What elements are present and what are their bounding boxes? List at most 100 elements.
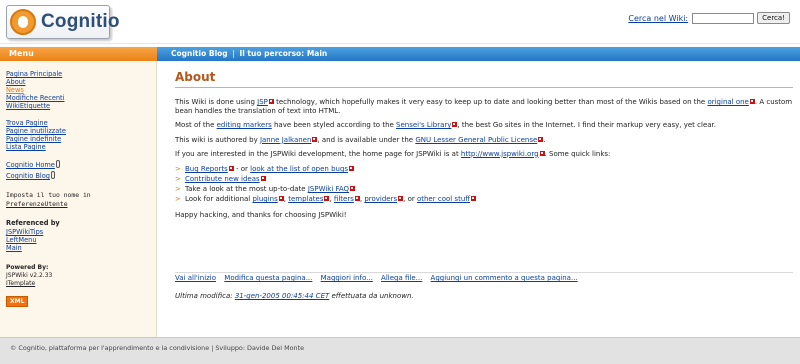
breadcrumb-current[interactable]: Main [307, 49, 327, 58]
search-input[interactable] [692, 12, 755, 24]
template-link[interactable]: ITemplate [6, 280, 156, 288]
senseis-library-link[interactable]: Sensei's Library [396, 121, 451, 129]
sidebar: Pagina Principale About News Modifiche R… [0, 61, 157, 337]
text: effettuata da unknown. [329, 292, 414, 300]
original-one-link[interactable]: original one [707, 98, 748, 106]
jspwiki-url-link[interactable]: http://www.jspwiki.org [461, 150, 539, 158]
closing-text: Happy hacking, and thanks for choosing J… [175, 211, 347, 220]
menu-item-pagine-indefinite[interactable]: Pagine indefinite [6, 135, 156, 143]
text: - or [233, 165, 251, 174]
edit-page-link[interactable]: Modifica questa pagina... [224, 274, 312, 282]
contribute-ideas-link[interactable]: Contribute new ideas [185, 175, 260, 183]
external-link-icon [539, 150, 545, 156]
page-title: About [175, 70, 216, 84]
attach-file-link[interactable]: Allega file... [381, 274, 422, 282]
add-comment-link[interactable]: Aggiungi un commento a questa pagina... [431, 274, 578, 282]
cognitio-logo[interactable]: Cognitio [6, 5, 119, 39]
menu-item-pagine-inutilizzate[interactable]: Pagine inutilizzate [6, 127, 156, 135]
paperclip-icon [55, 160, 60, 168]
bullet-arrow-icon: > [175, 185, 181, 194]
bug-reports-link[interactable]: Bug Reports [185, 165, 228, 173]
author-link[interactable]: Janne Jalkanen [260, 136, 311, 144]
preferences-link[interactable]: PreferenzeUtente [6, 200, 156, 209]
menu-row-cognitio-home: Cognitio Home [6, 160, 156, 171]
text: , the best Go sites in the Internet. I f… [457, 121, 717, 130]
menu-heading: Menu [0, 47, 157, 61]
menu-item-news[interactable]: News [6, 86, 156, 94]
menu-item-modifiche-recenti[interactable]: Modifiche Recenti [6, 94, 156, 102]
title-divider [175, 87, 793, 88]
menu-item-wikietiquette[interactable]: WikiEtiquette [6, 102, 156, 110]
list-item: > Look for additional plugins, templates… [175, 194, 793, 204]
templates-link[interactable]: templates [288, 195, 323, 203]
referenced-jspwikitips[interactable]: JSPWikiTips [6, 228, 156, 236]
external-link-icon [268, 99, 274, 104]
external-link-icon [260, 176, 266, 182]
menu-item-about[interactable]: About [6, 78, 156, 86]
search-label-link[interactable]: Cerca nel Wiki: [628, 14, 688, 23]
menu-group-cognitio: Cognitio Home Cognitio Blog [6, 160, 156, 182]
go-to-top-link[interactable]: Vai all'inizio [175, 274, 216, 282]
menu-item-pagina-principale[interactable]: Pagina Principale [6, 70, 156, 78]
jspwiki-faq-link[interactable]: JSPWiki FAQ [308, 185, 349, 193]
bullet-arrow-icon: > [175, 165, 181, 174]
text: technology, which hopefully makes it ver… [273, 98, 708, 106]
preferences-text: Imposta il tuo nome in [6, 191, 91, 199]
search-button[interactable]: Cerca! [757, 12, 790, 24]
menu-item-trova-pagine[interactable]: Trova Pagine [6, 119, 156, 127]
xml-feed-badge[interactable]: XML [6, 296, 29, 307]
content-header: About [175, 70, 795, 84]
jsp-link[interactable]: JSP [257, 98, 268, 106]
providers-link[interactable]: providers [364, 195, 397, 203]
license-link[interactable]: GNU Lesser General Public License [415, 136, 537, 144]
list-item: > Take a look at the most up-to-date JSP… [175, 184, 793, 194]
paragraph-author: This wiki is authored by Janne Jalkanen,… [175, 136, 793, 145]
breadcrumb-separator: | [232, 49, 235, 58]
other-cool-stuff-link[interactable]: other cool stuff [417, 195, 470, 203]
header: Cognitio Cerca nel Wiki: Cerca! [0, 0, 800, 44]
text: Take a look at the most up-to-date [185, 185, 308, 194]
external-link-icon [349, 166, 355, 172]
text: . Some quick links: [544, 149, 611, 158]
text: have been styled according to the [271, 121, 397, 130]
quick-links-list: > Bug Reports - or look at the list of o… [175, 164, 793, 204]
last-modified-date-link[interactable]: 31-gen-2005 00:45:44 CET [235, 292, 329, 300]
text: , and is available under the [317, 135, 416, 144]
menu-row-cognitio-blog: Cognitio Blog [6, 171, 156, 182]
external-link-icon [538, 136, 544, 142]
search-area: Cerca nel Wiki: Cerca! [628, 12, 790, 24]
text: This Wiki is done using [175, 98, 258, 106]
text: Most of the [175, 121, 217, 130]
cognitio-logo-icon [10, 9, 36, 35]
more-info-link[interactable]: Maggiori info... [321, 274, 373, 282]
menu-item-cognitio-home[interactable]: Cognitio Home [6, 161, 55, 169]
referenced-by-heading: Referenced by [6, 219, 60, 227]
bullet-arrow-icon: > [175, 195, 181, 204]
text: , or [403, 195, 417, 204]
list-item: > Bug Reports - or look at the list of o… [175, 164, 793, 174]
open-bugs-link[interactable]: look at the list of open bugs [250, 165, 348, 173]
last-modified: Ultima modifica: 31-gen-2005 00:45:44 CE… [175, 292, 414, 300]
menu-item-lista-pagine[interactable]: Lista Pagine [6, 143, 156, 151]
external-link-icon [324, 196, 330, 202]
external-link-icon [354, 196, 360, 202]
menu-item-cognitio-blog[interactable]: Cognitio Blog [6, 172, 50, 180]
paperclip-icon [50, 171, 55, 179]
plugins-link[interactable]: plugins [252, 195, 277, 203]
page-actions: Vai all'inizio Modifica questa pagina...… [175, 272, 793, 282]
jspwiki-version: JSPWiki v2.2.33 [6, 272, 53, 279]
referenced-leftmenu[interactable]: LeftMenu [6, 236, 156, 244]
referenced-main[interactable]: Main [6, 244, 156, 252]
external-link-icon [452, 122, 458, 128]
paragraph-development: If you are interested in the JSPWiki dev… [175, 150, 793, 159]
external-link-icon [278, 196, 284, 202]
menu-group-main: Pagina Principale About News Modifiche R… [6, 70, 156, 110]
external-link-icon [749, 99, 755, 104]
filters-link[interactable]: filters [334, 195, 354, 203]
external-link-icon [471, 196, 477, 202]
preferences-note: Imposta il tuo nome in PreferenzeUtente [6, 191, 156, 209]
page-body: This Wiki is done using JSP technology, … [175, 98, 793, 225]
editing-markers-link[interactable]: editing markers [217, 121, 272, 129]
blog-title: Cognitio Blog [171, 49, 228, 58]
external-link-icon [350, 186, 356, 192]
